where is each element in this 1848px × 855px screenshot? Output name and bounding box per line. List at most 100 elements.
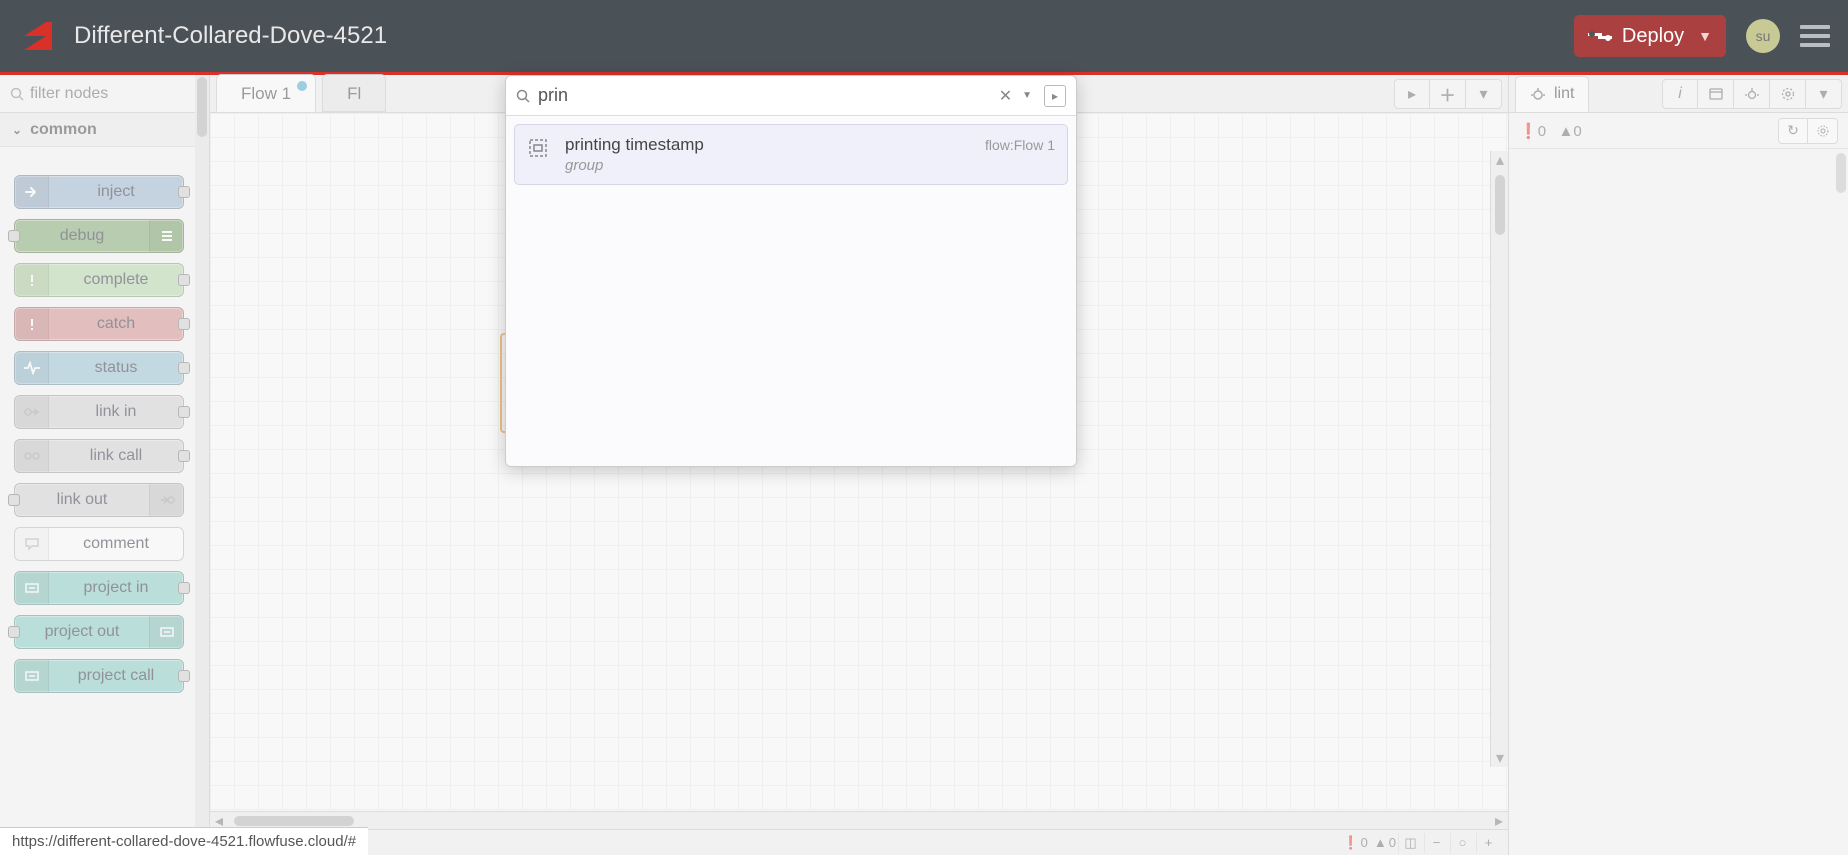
- deploy-button[interactable]: Deploy ▼: [1574, 15, 1726, 57]
- node-label: comment: [49, 535, 183, 553]
- tab-scroll-right-button[interactable]: ▸: [1394, 79, 1430, 109]
- scroll-right-icon[interactable]: ▸: [1490, 812, 1508, 830]
- canvas-scrollbar-horizontal[interactable]: ◂ ▸: [210, 811, 1508, 829]
- zoom-out-button[interactable]: −: [1424, 833, 1448, 853]
- deploy-label: Deploy: [1622, 25, 1684, 48]
- sidebar-tab-lint[interactable]: lint: [1515, 76, 1589, 112]
- browser-status-bar: https://different-collared-dove-4521.flo…: [0, 827, 368, 855]
- palette-node-project-out[interactable]: project out: [14, 615, 184, 649]
- zoom-in-button[interactable]: +: [1476, 833, 1500, 853]
- input-port[interactable]: [8, 230, 20, 242]
- palette-scrollbar[interactable]: [195, 75, 209, 855]
- error-count: 0: [1361, 835, 1368, 850]
- instance-title: Different-Collared-Dove-4521: [74, 22, 1574, 50]
- chevron-down-icon[interactable]: ▼: [1698, 28, 1712, 44]
- app-logo: [18, 16, 58, 56]
- lint-warning-count: 0: [1573, 123, 1581, 140]
- node-label: project call: [49, 667, 183, 685]
- sidebar-panel: lint i ▾ ❗0 ▲0: [1508, 75, 1848, 855]
- canvas-scrollbar-vertical[interactable]: ▴ ▾: [1490, 151, 1508, 767]
- lint-summary-bar: ❗0 ▲0 ↻: [1509, 113, 1848, 149]
- exclaim-icon: [15, 308, 49, 340]
- sidebar-info-button[interactable]: i: [1662, 79, 1698, 109]
- node-label: link out: [15, 491, 149, 509]
- palette-node-complete[interactable]: complete: [14, 263, 184, 297]
- scroll-up-icon[interactable]: ▴: [1491, 151, 1508, 169]
- node-label: debug: [15, 227, 149, 245]
- output-port[interactable]: [178, 406, 190, 418]
- output-port[interactable]: [178, 186, 190, 198]
- search-input[interactable]: [538, 85, 995, 106]
- exclaim-icon: [15, 264, 49, 296]
- palette-node-catch[interactable]: catch: [14, 307, 184, 341]
- changed-indicator-icon: [297, 81, 307, 91]
- error-icon: ❗: [1519, 123, 1538, 140]
- output-port[interactable]: [178, 670, 190, 682]
- app-header: Different-Collared-Dove-4521 Deploy ▼ su: [0, 0, 1848, 72]
- result-meta: flow:Flow 1: [985, 135, 1055, 153]
- result-subtitle: group: [565, 157, 971, 174]
- input-port[interactable]: [8, 626, 20, 638]
- output-port[interactable]: [178, 274, 190, 286]
- palette-node-link-out[interactable]: link out: [14, 483, 184, 517]
- deploy-icon: [1588, 27, 1612, 45]
- palette-node-status[interactable]: status: [14, 351, 184, 385]
- user-avatar[interactable]: su: [1746, 19, 1780, 53]
- node-label: project out: [15, 623, 149, 641]
- scroll-down-icon[interactable]: ▾: [1491, 749, 1508, 767]
- arrow-right-icon: [15, 176, 49, 208]
- workspace-footer: ❗0 ▲0 ◫ − ○ +: [210, 829, 1508, 855]
- output-port[interactable]: [178, 582, 190, 594]
- warning-icon: ▲: [1559, 123, 1574, 140]
- scrollbar-thumb[interactable]: [197, 77, 207, 137]
- output-port[interactable]: [178, 318, 190, 330]
- palette-node-project-in[interactable]: project in: [14, 571, 184, 605]
- palette-node-project-call[interactable]: project call: [14, 659, 184, 693]
- palette-node-link-in[interactable]: link in: [14, 395, 184, 429]
- tab-flow2[interactable]: Fl: [322, 74, 386, 112]
- search-result-item[interactable]: printing timestamp group flow:Flow 1: [514, 124, 1068, 185]
- palette-panel: ⌄ common inject debug complete catch status l…: [0, 75, 210, 855]
- lint-error-count: 0: [1538, 123, 1546, 140]
- scrollbar-thumb[interactable]: [1495, 175, 1505, 235]
- palette-node-debug[interactable]: debug: [14, 219, 184, 253]
- group-icon: [527, 135, 551, 159]
- search-options-button[interactable]: ▼: [1016, 90, 1038, 101]
- sidebar-help-button[interactable]: [1698, 79, 1734, 109]
- zoom-reset-button[interactable]: ○: [1450, 833, 1474, 853]
- tab-menu-button[interactable]: ▾: [1466, 79, 1502, 109]
- add-tab-button[interactable]: ＋: [1430, 79, 1466, 109]
- palette-node-link-call[interactable]: link call: [14, 439, 184, 473]
- node-label: status: [49, 359, 183, 377]
- palette-category-common[interactable]: ⌄ common: [0, 113, 209, 147]
- input-port[interactable]: [8, 494, 20, 506]
- sidebar-config-button[interactable]: [1770, 79, 1806, 109]
- link-out-icon: [149, 484, 183, 516]
- category-label: common: [30, 121, 97, 139]
- node-label: link call: [49, 447, 183, 465]
- node-label: catch: [49, 315, 183, 333]
- scrollbar-thumb[interactable]: [234, 816, 354, 826]
- search-results-list: printing timestamp group flow:Flow 1: [506, 116, 1076, 466]
- sidebar-menu-button[interactable]: ▾: [1806, 79, 1842, 109]
- palette-node-inject[interactable]: inject: [14, 175, 184, 209]
- tab-flow1[interactable]: Flow 1: [216, 74, 316, 112]
- lint-settings-button[interactable]: [1808, 118, 1838, 144]
- chevron-down-icon: ⌄: [12, 123, 22, 137]
- palette-node-comment[interactable]: comment: [14, 527, 184, 561]
- warning-count: 0: [1389, 835, 1396, 850]
- node-label: complete: [49, 271, 183, 289]
- search-submit-button[interactable]: ▸: [1044, 85, 1066, 107]
- output-port[interactable]: [178, 362, 190, 374]
- node-label: link in: [49, 403, 183, 421]
- main-menu-button[interactable]: [1800, 20, 1830, 52]
- lint-results-body: [1509, 149, 1848, 855]
- scrollbar-thumb[interactable]: [1836, 153, 1846, 193]
- output-port[interactable]: [178, 450, 190, 462]
- clear-search-button[interactable]: ✕: [995, 86, 1016, 106]
- warning-count-icon: ▲: [1374, 835, 1387, 850]
- bug-icon: [1530, 86, 1546, 102]
- sidebar-debug-button[interactable]: [1734, 79, 1770, 109]
- navigator-button[interactable]: ◫: [1398, 833, 1422, 853]
- lint-refresh-button[interactable]: ↻: [1778, 118, 1808, 144]
